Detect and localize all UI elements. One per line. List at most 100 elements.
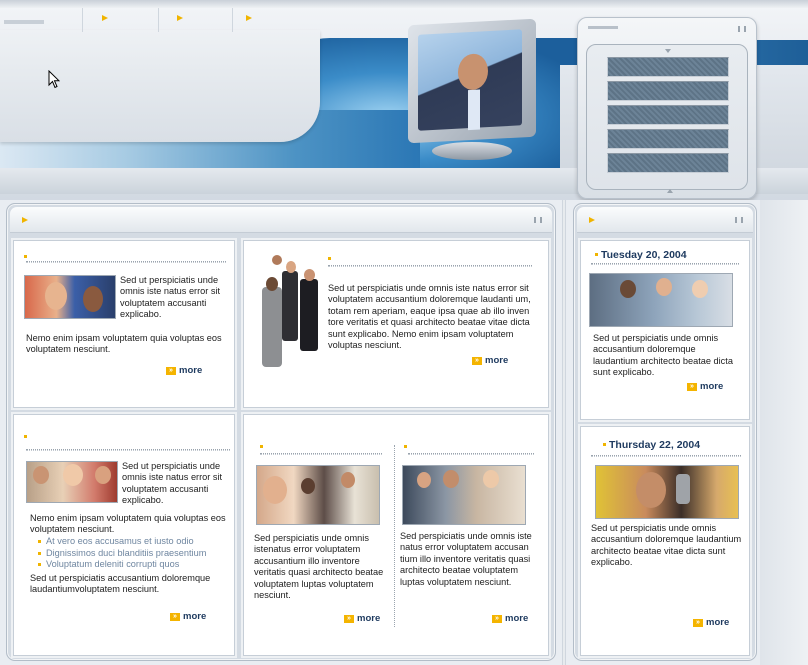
- dotted-divider: [408, 453, 534, 455]
- more-label: more: [485, 355, 509, 366]
- nav-arrow-icon[interactable]: [102, 15, 108, 21]
- bullet-icon: [24, 435, 27, 438]
- more-label: more: [700, 381, 724, 392]
- double-chevron-icon: »: [170, 612, 180, 621]
- main-content-panel: Sed ut perspiciatis unde omnis iste natu…: [6, 203, 556, 661]
- grip-icon[interactable]: [534, 217, 542, 223]
- more-link[interactable]: » more: [344, 613, 380, 624]
- card-text: Sed ut perspiciatis unde omnis iste natu…: [120, 275, 221, 320]
- link-list: At vero eos accusamus et iusto odio Dign…: [38, 536, 234, 571]
- more-label: more: [179, 365, 203, 376]
- scroll-down-icon[interactable]: [665, 49, 671, 53]
- more-link[interactable]: » more: [166, 365, 202, 376]
- monitor-stand: [432, 142, 512, 160]
- mini-panel-slot[interactable]: [607, 105, 729, 125]
- list-link[interactable]: Voluptatum deleniti corrupti quos: [38, 559, 234, 571]
- double-chevron-icon: »: [492, 614, 502, 623]
- team-photo: [24, 275, 116, 319]
- news-photo: [589, 273, 733, 327]
- news-text: Sed ut perspiciatis unde omnis accusanti…: [591, 523, 742, 568]
- card-text: Sed ut perspiciatis unde omnis iste natu…: [122, 461, 223, 506]
- mini-panel-slot[interactable]: [607, 57, 729, 77]
- more-link[interactable]: » more: [472, 355, 508, 366]
- content-card: Sed ut perspiciatis unde omnis iste natu…: [13, 240, 235, 408]
- more-label: more: [706, 617, 730, 628]
- news-photo: [595, 465, 739, 519]
- monitor-illustration: [408, 18, 536, 162]
- bullet-icon: [24, 255, 27, 258]
- header-top-bar: [0, 0, 808, 8]
- grip-icon[interactable]: [738, 26, 746, 32]
- mouse-pointer-icon: [48, 70, 60, 89]
- man-shirt-image: [468, 89, 480, 131]
- list-link[interactable]: Dignissimos duci blanditiis praesentium: [38, 548, 234, 560]
- more-link[interactable]: » more: [170, 611, 206, 622]
- news-text: Sed ut perspiciatis unde omnis accusanti…: [593, 333, 733, 378]
- column-separator: [394, 445, 395, 627]
- business-group-photo: [252, 251, 324, 371]
- news-date: Thursday 22, 2004: [609, 439, 701, 451]
- content-card: Sed ut perspiciatis unde omnis iste natu…: [13, 414, 235, 656]
- news-card: Thursday 22, 2004 Sed ut perspiciatis un…: [580, 426, 750, 656]
- scroll-up-icon[interactable]: [667, 189, 673, 193]
- card-text: Nemo enim ipsam voluptatem quia voluptas…: [26, 333, 222, 355]
- more-label: more: [183, 611, 207, 622]
- bullet-icon: [404, 445, 407, 448]
- dotted-divider: [591, 263, 739, 265]
- meeting-photo: [256, 465, 380, 525]
- yellow-arrow-icon: [589, 217, 595, 223]
- more-label: more: [505, 613, 529, 624]
- content-card: Sed ut perspiciatis unde omnis iste natu…: [243, 240, 549, 408]
- double-chevron-icon: »: [687, 382, 697, 391]
- content-card: Sed perspiciatis unde omnis istenatus er…: [243, 414, 549, 656]
- right-gutter: [760, 200, 808, 665]
- header-logo-mark: [4, 20, 44, 24]
- bullet-icon: [595, 253, 598, 256]
- nav-arrow-icon[interactable]: [246, 15, 252, 21]
- double-chevron-icon: »: [166, 366, 176, 375]
- dotted-divider: [26, 261, 226, 263]
- mini-panel-slots: [607, 57, 729, 177]
- mini-panel-slot[interactable]: [607, 129, 729, 149]
- man-face-image: [458, 53, 488, 91]
- dotted-divider: [591, 455, 741, 457]
- bullet-icon: [328, 257, 331, 260]
- card-text: Sed perspiciatis unde omnis istenatus er…: [254, 533, 384, 601]
- dotted-divider: [260, 453, 382, 455]
- news-card: Tuesday 20, 2004 Sed ut perspiciatis und…: [580, 240, 750, 420]
- list-link[interactable]: At vero eos accusamus et iusto odio: [38, 536, 234, 548]
- bullet-icon: [603, 443, 606, 446]
- double-chevron-icon: »: [693, 618, 703, 627]
- more-link[interactable]: » more: [687, 381, 723, 392]
- news-panel-titlebar: [577, 207, 753, 233]
- card-text: Nemo enim ipsam voluptatem quia voluptas…: [30, 513, 226, 535]
- mini-panel-title: [588, 26, 618, 29]
- double-chevron-icon: »: [344, 614, 354, 623]
- news-panel: Tuesday 20, 2004 Sed ut perspiciatis und…: [573, 203, 757, 661]
- more-link[interactable]: » more: [693, 617, 729, 628]
- mini-panel-slot[interactable]: [607, 81, 729, 101]
- card-text: Sed ut perspiciatis unde omnis iste natu…: [328, 283, 531, 351]
- mini-panel-slot[interactable]: [607, 153, 729, 173]
- header-mini-panel: [577, 17, 757, 199]
- dotted-divider: [328, 265, 532, 267]
- meeting-photo: [402, 465, 526, 525]
- double-chevron-icon: »: [472, 356, 482, 365]
- nav-arrow-icon[interactable]: [177, 15, 183, 21]
- card-text: Sed ut perspiciatis accusantium doloremq…: [30, 573, 211, 595]
- monitor-screen: [418, 29, 522, 131]
- main-panel-titlebar: [10, 207, 552, 233]
- header-nav-strip: [0, 8, 320, 32]
- team-photo: [26, 461, 118, 503]
- yellow-arrow-icon: [22, 217, 28, 223]
- card-text: Sed perspiciatis unde omnis iste natus e…: [400, 531, 532, 587]
- grip-icon[interactable]: [735, 217, 743, 223]
- dotted-divider: [26, 449, 230, 451]
- nav-separator: [158, 8, 159, 32]
- mini-panel-inner: [586, 44, 748, 193]
- nav-separator: [82, 8, 83, 32]
- nav-separator: [232, 8, 233, 32]
- more-label: more: [357, 613, 381, 624]
- more-link[interactable]: » more: [492, 613, 528, 624]
- bullet-icon: [260, 445, 263, 448]
